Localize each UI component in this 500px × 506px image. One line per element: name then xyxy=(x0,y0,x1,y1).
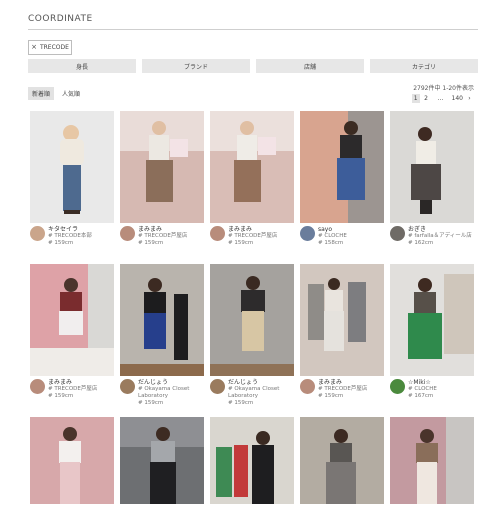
staff-name[interactable]: だんじょう xyxy=(138,379,204,386)
filter-category[interactable]: カテゴリ xyxy=(370,59,478,73)
store-tag[interactable]: # farfalla＆アディール店 xyxy=(408,233,472,240)
coordinate-photo[interactable] xyxy=(30,417,114,504)
filter-height[interactable]: 身長 xyxy=(28,59,136,73)
active-filter-label: TRECODE xyxy=(39,44,69,51)
coordinate-photo[interactable] xyxy=(390,264,474,376)
coordinate-card[interactable]: sayo # CLOCHE # 158cm xyxy=(300,111,384,264)
page-last[interactable]: 140 xyxy=(452,94,463,103)
staff-name[interactable]: キタセイラ xyxy=(48,226,92,233)
store-tag[interactable]: # Okayama Closet Laboratory xyxy=(138,386,204,400)
height-tag[interactable]: # 167cm xyxy=(408,393,437,400)
coordinate-card[interactable] xyxy=(300,417,384,504)
close-icon[interactable]: × xyxy=(31,44,37,51)
filter-bar: 身長 ブランド 店舗 カテゴリ xyxy=(28,59,478,73)
staff-name[interactable]: まみまみ xyxy=(138,226,187,233)
coordinate-photo[interactable] xyxy=(30,264,114,376)
staff-name[interactable]: まみまみ xyxy=(48,379,97,386)
coordinate-card[interactable] xyxy=(390,417,474,504)
store-tag[interactable]: # TRECODE芦屋店 xyxy=(48,386,97,393)
coordinate-card[interactable]: だんじょう # Okayama Closet Laboratory # 159c… xyxy=(120,264,204,417)
coordinate-photo[interactable] xyxy=(300,417,384,504)
coordinate-photo[interactable] xyxy=(300,111,384,223)
page-title: COORDINATE xyxy=(28,14,93,24)
result-count: 2792件中 1-20件表示 xyxy=(413,85,474,92)
coordinate-card[interactable]: まみまみ # TRECODE芦屋店 # 159cm xyxy=(120,111,204,264)
next-page-icon[interactable]: › xyxy=(466,94,473,103)
coordinate-photo[interactable] xyxy=(120,417,204,504)
coordinate-card[interactable]: まみまみ # TRECODE芦屋店 # 159cm xyxy=(30,264,114,417)
coordinate-photo[interactable] xyxy=(120,111,204,223)
sort-tabs: 新着順 人気順 xyxy=(28,87,84,100)
store-tag[interactable]: # TRECODE本部 xyxy=(48,233,92,240)
avatar[interactable] xyxy=(30,226,45,241)
avatar[interactable] xyxy=(300,379,315,394)
avatar[interactable] xyxy=(120,379,135,394)
height-tag[interactable]: # 159cm xyxy=(48,393,97,400)
coordinate-photo[interactable] xyxy=(30,111,114,223)
height-tag[interactable]: # 162cm xyxy=(408,240,472,247)
avatar[interactable] xyxy=(210,379,225,394)
coordinate-card[interactable]: だんじょう # Okayama Closet Laboratory # 159c… xyxy=(210,264,294,417)
store-tag[interactable]: # CLOCHE xyxy=(408,386,437,393)
page-ellipsis: … xyxy=(437,95,444,102)
title-divider xyxy=(28,29,478,30)
avatar[interactable] xyxy=(120,226,135,241)
sort-popular[interactable]: 人気順 xyxy=(58,87,84,100)
staff-name[interactable]: おぎき xyxy=(408,226,472,233)
filter-store[interactable]: 店舗 xyxy=(256,59,364,73)
staff-name[interactable]: sayo xyxy=(318,226,347,233)
avatar[interactable] xyxy=(300,226,315,241)
coordinate-card[interactable]: おぎき # farfalla＆アディール店 # 162cm xyxy=(390,111,474,264)
height-tag[interactable]: # 159cm xyxy=(138,240,187,247)
store-tag[interactable]: # CLOCHE xyxy=(318,233,347,240)
coordinate-card[interactable]: まみまみ # TRECODE芦屋店 # 159cm xyxy=(210,111,294,264)
coordinate-card[interactable]: まみまみ # TRECODE芦屋店 # 159cm xyxy=(300,264,384,417)
height-tag[interactable]: # 159cm xyxy=(318,393,367,400)
staff-name[interactable]: まみまみ xyxy=(228,226,277,233)
height-tag[interactable]: # 158cm xyxy=(318,240,347,247)
store-tag[interactable]: # Okayama Closet Laboratory xyxy=(228,386,294,400)
store-tag[interactable]: # TRECODE芦屋店 xyxy=(138,233,187,240)
staff-name[interactable]: ☆Miki☆ xyxy=(408,379,437,386)
avatar[interactable] xyxy=(390,226,405,241)
coordinate-card[interactable]: ☆Miki☆ # CLOCHE # 167cm xyxy=(390,264,474,417)
coordinate-grid: キタセイラ # TRECODE本部 # 159cm まみまみ # TRECODE… xyxy=(30,111,478,504)
coordinate-card[interactable] xyxy=(210,417,294,504)
staff-name[interactable]: だんじょう xyxy=(228,379,294,386)
store-tag[interactable]: # TRECODE芦屋店 xyxy=(228,233,277,240)
sort-newest[interactable]: 新着順 xyxy=(28,87,55,100)
coordinate-photo[interactable] xyxy=(210,417,294,504)
page-1[interactable]: 1 xyxy=(411,94,420,103)
coordinate-card[interactable] xyxy=(120,417,204,504)
coordinate-photo[interactable] xyxy=(210,111,294,223)
height-tag[interactable]: # 159cm xyxy=(138,400,204,407)
avatar[interactable] xyxy=(210,226,225,241)
height-tag[interactable]: # 159cm xyxy=(48,240,92,247)
height-tag[interactable]: # 159cm xyxy=(228,400,294,407)
staff-name[interactable]: まみまみ xyxy=(318,379,367,386)
filter-brand[interactable]: ブランド xyxy=(142,59,250,73)
active-filter-chip[interactable]: × TRECODE xyxy=(28,40,72,55)
coordinate-card[interactable]: キタセイラ # TRECODE本部 # 159cm xyxy=(30,111,114,264)
coordinate-photo[interactable] xyxy=(120,264,204,376)
avatar[interactable] xyxy=(390,379,405,394)
page-2[interactable]: 2 xyxy=(423,94,430,103)
store-tag[interactable]: # TRECODE芦屋店 xyxy=(318,386,367,393)
coordinate-photo[interactable] xyxy=(210,264,294,376)
pagination: 1 2 … 140 › xyxy=(411,94,473,103)
coordinate-card[interactable] xyxy=(30,417,114,504)
coordinate-photo[interactable] xyxy=(390,417,474,504)
avatar[interactable] xyxy=(30,379,45,394)
height-tag[interactable]: # 159cm xyxy=(228,240,277,247)
coordinate-photo[interactable] xyxy=(300,264,384,376)
coordinate-photo[interactable] xyxy=(390,111,474,223)
